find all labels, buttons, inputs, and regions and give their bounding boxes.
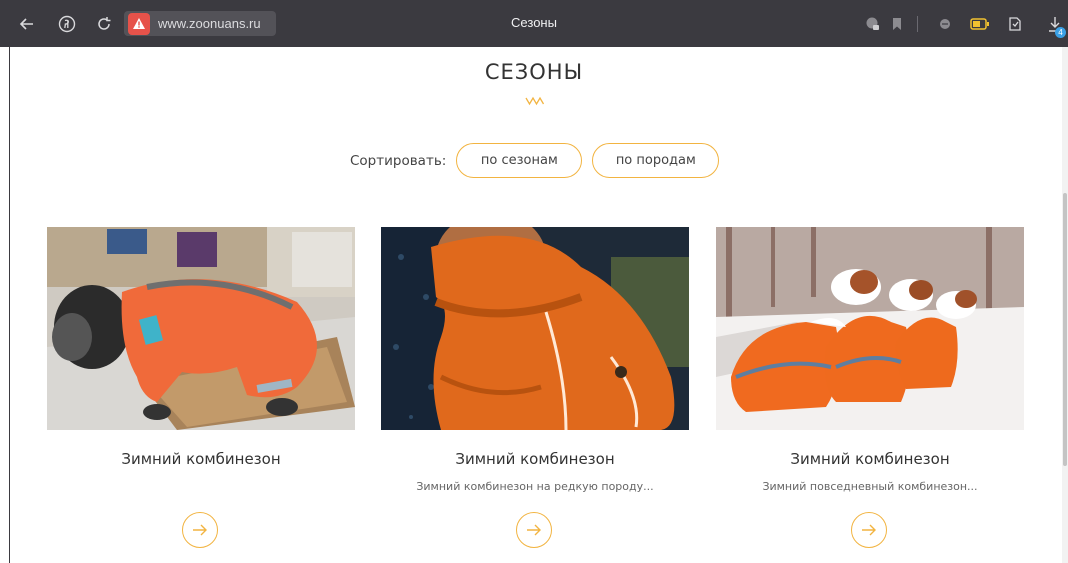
product-card[interactable]: Зимний комбинезон Зимний комбинезон на р… xyxy=(381,227,689,548)
product-image[interactable] xyxy=(47,227,355,430)
yandex-icon[interactable] xyxy=(57,14,77,34)
reload-icon[interactable] xyxy=(94,14,114,34)
battery-saver-icon[interactable] xyxy=(969,15,991,33)
address-bar[interactable]: www.zoonuans.ru xyxy=(124,11,276,36)
download-count-badge: 4 xyxy=(1055,27,1066,38)
sort-label: Сортировать: xyxy=(350,152,447,169)
product-title[interactable]: Зимний комбинезон xyxy=(716,450,1024,468)
product-image[interactable] xyxy=(716,227,1024,430)
scrollbar-thumb[interactable] xyxy=(1063,193,1067,466)
sort-controls: Сортировать: по сезонам по породам xyxy=(350,143,720,178)
arrow-right-icon[interactable] xyxy=(182,512,218,548)
security-warning-icon[interactable] xyxy=(128,12,150,35)
product-description: Зимний комбинезон на редкую породу... xyxy=(416,480,654,493)
browser-toolbar: www.zoonuans.ru Сезоны 4 xyxy=(0,0,1068,47)
product-description: Зимний повседневный комбинезон... xyxy=(762,480,978,493)
arrow-right-icon[interactable] xyxy=(851,512,887,548)
back-icon[interactable] xyxy=(17,14,37,34)
product-title[interactable]: Зимний комбинезон xyxy=(381,450,689,468)
product-image[interactable] xyxy=(381,227,689,430)
product-title[interactable]: Зимний комбинезон xyxy=(47,450,355,468)
product-card[interactable]: Зимний комбинезон xyxy=(47,227,355,548)
window-left-edge xyxy=(9,47,10,563)
url-text: www.zoonuans.ru xyxy=(158,16,261,31)
collections-icon[interactable] xyxy=(1006,15,1024,33)
incognito-lock-icon[interactable] xyxy=(864,15,882,33)
extension-icon[interactable] xyxy=(937,15,953,33)
sort-by-breed-button[interactable]: по породам xyxy=(592,143,720,178)
sort-by-season-button[interactable]: по сезонам xyxy=(456,143,583,178)
product-description xyxy=(47,480,355,494)
bookmark-icon[interactable] xyxy=(890,15,904,33)
product-card[interactable]: Зимний комбинезон Зимний повседневный ко… xyxy=(716,227,1024,548)
page-title: СЕЗОНЫ xyxy=(484,60,584,84)
arrow-right-icon[interactable] xyxy=(516,512,552,548)
wave-divider-icon xyxy=(525,96,545,106)
toolbar-divider xyxy=(914,15,920,33)
